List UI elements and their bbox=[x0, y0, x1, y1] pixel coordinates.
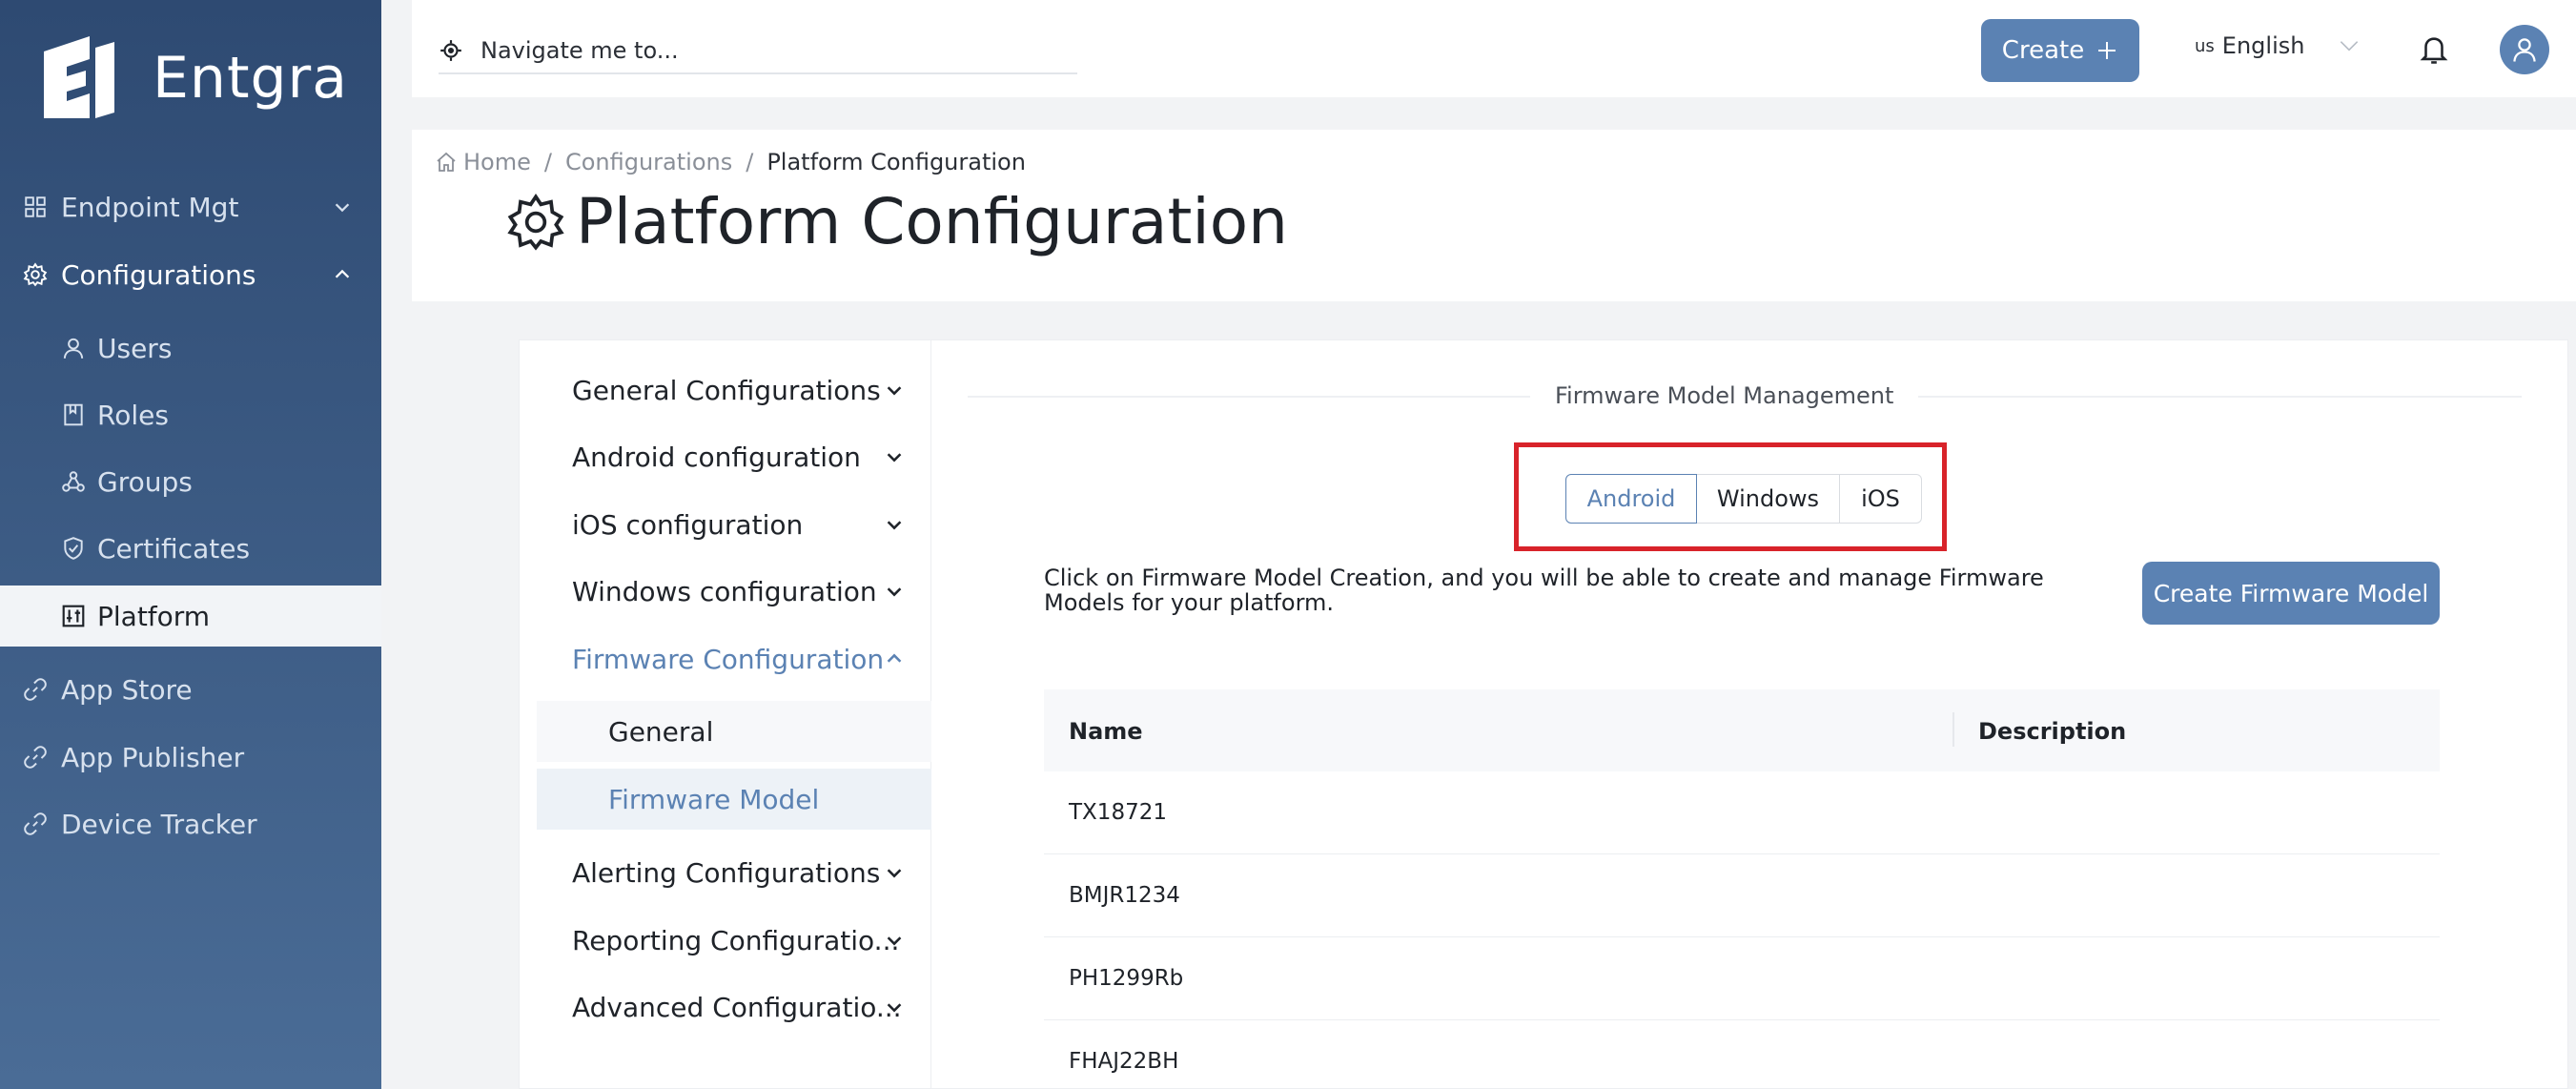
config-submenu: General Configurations Android configura… bbox=[520, 340, 931, 1089]
locate-icon bbox=[440, 40, 461, 61]
chevron-down-icon bbox=[887, 453, 902, 462]
breadcrumb-configurations[interactable]: Configurations bbox=[565, 149, 732, 175]
navigate-search-text: Navigate me to... bbox=[480, 37, 679, 64]
language-selector[interactable]: us English bbox=[2195, 32, 2361, 59]
chevron-down-icon bbox=[887, 869, 902, 878]
submenu-windows-configuration[interactable]: Windows configuration bbox=[520, 561, 931, 622]
chevron-down-icon bbox=[887, 386, 902, 396]
entgra-logo-icon bbox=[44, 36, 114, 118]
chevron-down-icon bbox=[887, 936, 902, 946]
brand-name: Entgra bbox=[153, 45, 348, 112]
chevron-down-icon bbox=[887, 587, 902, 597]
firmware-model-table: Name Description TX18721 BMJR1234 PH1299… bbox=[1044, 689, 2440, 1089]
submenu-general-configurations[interactable]: General Configurations bbox=[520, 360, 931, 421]
user-icon bbox=[63, 338, 84, 359]
plus-icon bbox=[2098, 42, 2116, 59]
sidebar-item-configurations[interactable]: Configurations bbox=[0, 244, 381, 305]
sidebar-item-app-store[interactable]: App Store bbox=[0, 659, 381, 720]
chevron-up-icon bbox=[887, 653, 902, 663]
link-icon bbox=[24, 678, 47, 701]
create-button[interactable]: Create bbox=[1981, 19, 2139, 82]
table-header: Name Description bbox=[1044, 689, 2440, 771]
shield-icon bbox=[64, 537, 83, 560]
language-label: English bbox=[2221, 32, 2305, 59]
navigate-search-input[interactable]: Navigate me to... bbox=[439, 29, 1077, 74]
language-code: us bbox=[2195, 35, 2215, 56]
sidebar-item-app-publisher[interactable]: App Publisher bbox=[0, 727, 381, 788]
row-name: TX18721 bbox=[1069, 800, 1167, 825]
create-firmware-model-button[interactable]: Create Firmware Model bbox=[2142, 562, 2440, 625]
chevron-down-icon bbox=[2341, 41, 2359, 51]
page-title-text: Platform Configuration bbox=[576, 185, 1288, 258]
table-row[interactable]: FHAJ22BH bbox=[1044, 1020, 2440, 1089]
chevron-down-icon bbox=[335, 203, 350, 213]
sidebar-item-endpoint-mgt[interactable]: Endpoint Mgt bbox=[0, 176, 381, 237]
table-row[interactable]: TX18721 bbox=[1044, 771, 2440, 854]
page-header: Home / Configurations / Platform Configu… bbox=[412, 130, 2576, 301]
grid-icon bbox=[25, 196, 46, 217]
submenu-firmware-model[interactable]: Firmware Model bbox=[537, 769, 931, 830]
row-name: FHAJ22BH bbox=[1069, 1049, 1179, 1074]
column-header-name[interactable]: Name bbox=[1069, 718, 1143, 745]
chevron-up-icon bbox=[335, 269, 350, 278]
create-button-label: Create bbox=[2001, 36, 2085, 65]
submenu-advanced-configurations[interactable]: Advanced Configuratio... bbox=[520, 976, 931, 1038]
gear-icon bbox=[23, 262, 48, 287]
bell-icon[interactable] bbox=[2418, 32, 2450, 67]
column-separator bbox=[1952, 712, 1954, 747]
sidebar-item-platform[interactable]: Platform bbox=[0, 586, 381, 647]
chevron-down-icon bbox=[887, 1003, 902, 1013]
submenu-alerting-configurations[interactable]: Alerting Configurations bbox=[520, 842, 931, 903]
submenu-reporting-configurations[interactable]: Reporting Configuratio... bbox=[520, 910, 931, 971]
book-icon bbox=[64, 403, 83, 426]
submenu-ios-configuration[interactable]: iOS configuration bbox=[520, 494, 931, 555]
submenu-android-configuration[interactable]: Android configuration bbox=[520, 426, 931, 487]
row-name: BMJR1234 bbox=[1069, 883, 1180, 908]
column-header-description[interactable]: Description bbox=[1978, 718, 2126, 745]
breadcrumb: Home / Configurations / Platform Configu… bbox=[435, 149, 1026, 175]
user-icon bbox=[2513, 38, 2536, 62]
sliders-icon bbox=[62, 605, 85, 627]
home-icon bbox=[437, 152, 456, 172]
section-title: Firmware Model Management bbox=[1530, 382, 1919, 409]
sidebar: Entgra Endpoint Mgt Configurations Users… bbox=[0, 0, 381, 1089]
breadcrumb-separator: / bbox=[746, 149, 754, 175]
table-row[interactable]: BMJR1234 bbox=[1044, 854, 2440, 937]
sidebar-item-roles[interactable]: Roles bbox=[0, 384, 381, 445]
submenu-firmware-configuration[interactable]: Firmware Configuration bbox=[520, 628, 931, 689]
firmware-description: Click on Firmware Model Creation, and yo… bbox=[1044, 565, 2044, 616]
link-icon bbox=[24, 746, 47, 769]
sidebar-item-users[interactable]: Users bbox=[0, 318, 381, 379]
link-icon bbox=[24, 812, 47, 835]
gear-icon bbox=[507, 193, 564, 251]
page-title: Platform Configuration bbox=[505, 185, 1288, 258]
sidebar-item-groups[interactable]: Groups bbox=[0, 451, 381, 512]
breadcrumb-separator: / bbox=[543, 149, 552, 175]
sidebar-item-certificates[interactable]: Certificates bbox=[0, 518, 381, 579]
row-name: PH1299Rb bbox=[1069, 966, 1184, 991]
sidebar-item-device-tracker[interactable]: Device Tracker bbox=[0, 793, 381, 854]
breadcrumb-current: Platform Configuration bbox=[767, 149, 1026, 175]
table-row[interactable]: PH1299Rb bbox=[1044, 937, 2440, 1020]
submenu-firmware-general[interactable]: General bbox=[537, 701, 931, 762]
chevron-down-icon bbox=[887, 521, 902, 530]
highlight-annotation bbox=[1514, 442, 1947, 551]
breadcrumb-home[interactable]: Home bbox=[463, 149, 531, 175]
brand-logo[interactable]: Entgra bbox=[31, 31, 348, 126]
avatar[interactable] bbox=[2500, 25, 2549, 74]
top-bar: Navigate me to... Create us English bbox=[412, 0, 2576, 97]
groups-icon bbox=[62, 471, 85, 492]
